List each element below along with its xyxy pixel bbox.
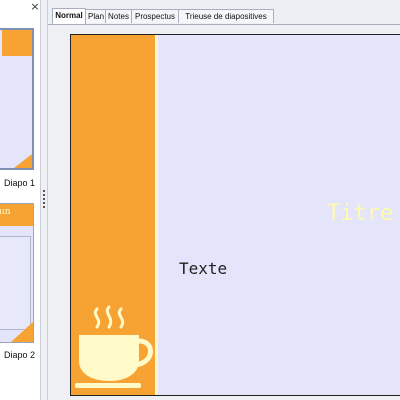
slide-thumbnail-1[interactable] <box>0 28 34 170</box>
slide-thumbnail-2[interactable]: un <box>0 203 34 343</box>
slide-title[interactable]: Titre <box>327 201 393 226</box>
slide-body-text[interactable]: Texte <box>179 259 227 278</box>
slide-accent-line <box>155 35 158 395</box>
tab-normal[interactable]: Normal <box>52 8 86 24</box>
view-tab-bar: Normal Plan Notes Prospectus Trieuse de … <box>48 0 400 24</box>
slide-edit-area: Titre Texte <box>48 24 400 400</box>
thumbnail-orange-corner <box>14 154 32 168</box>
slide-pane: × Diapo 1 un Diapo 2 <box>0 0 40 400</box>
tab-plan[interactable]: Plan <box>85 9 106 23</box>
thumbnail-content-box <box>0 236 31 330</box>
slide-thumbnail-label: Diapo 1 <box>4 178 36 188</box>
pane-splitter[interactable] <box>40 0 48 400</box>
thumbnail-orange-corner <box>11 322 33 342</box>
tab-prospectus[interactable]: Prospectus <box>131 9 179 23</box>
close-pane-icon[interactable]: × <box>30 1 40 12</box>
slide-thumbnail-label: Diapo 2 <box>4 350 36 360</box>
tab-notes[interactable]: Notes <box>105 9 132 23</box>
splitter-grip-icon[interactable] <box>43 190 45 210</box>
thumbnail-orange-block <box>2 30 32 56</box>
thumbnail-title-text: un <box>0 207 11 217</box>
tab-slide-sorter[interactable]: Trieuse de diapositives <box>178 9 274 23</box>
coffee-cup-icon <box>75 305 153 388</box>
slide-canvas[interactable]: Titre Texte <box>70 34 400 396</box>
